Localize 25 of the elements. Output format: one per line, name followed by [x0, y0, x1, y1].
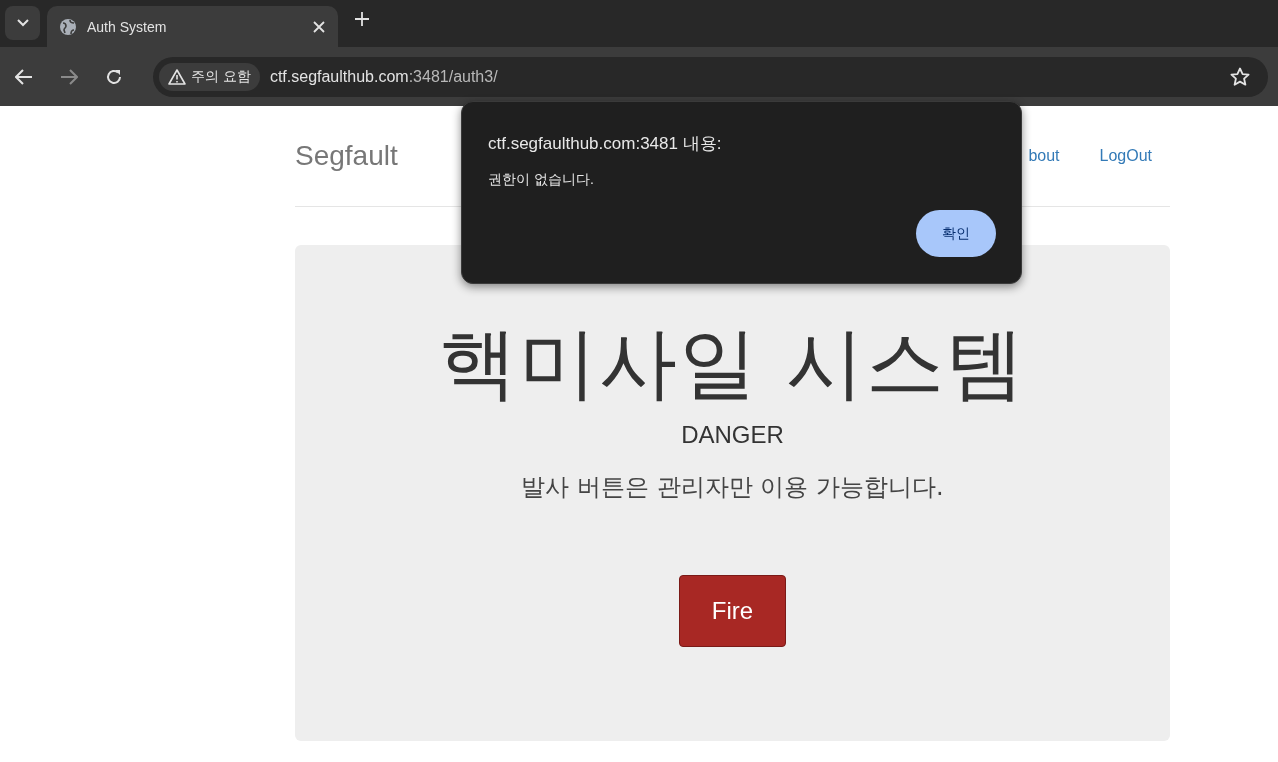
fire-button[interactable]: Fire [679, 574, 786, 647]
close-icon[interactable] [313, 20, 325, 33]
address-bar[interactable]: 주의 요함 ctf.segfaulthub.com:3481/auth3/ [153, 56, 1268, 97]
browser-tab[interactable]: Auth System [47, 6, 338, 47]
chevron-down-icon [16, 19, 29, 27]
hero-note: 발사 버튼은 관리자만 이용 가능합니다. [521, 471, 944, 503]
site-brand[interactable]: Segfault [295, 140, 398, 172]
back-arrow-icon[interactable] [15, 68, 33, 85]
ok-button[interactable]: 확인 [916, 210, 996, 257]
url-text: ctf.segfaulthub.com:3481/auth3/ [269, 67, 499, 86]
new-tab-icon[interactable] [355, 11, 369, 26]
bookmark-star-icon[interactable] [1230, 66, 1250, 87]
globe-icon [59, 17, 77, 36]
reload-icon[interactable] [105, 67, 123, 86]
security-chip[interactable]: 주의 요함 [159, 62, 260, 91]
hero-title: 핵미사일 시스템 [439, 317, 1026, 410]
tab-search-button[interactable] [5, 6, 40, 40]
warning-icon [168, 68, 186, 85]
nav-link[interactable]: LogOut [1099, 147, 1152, 165]
forward-arrow-icon[interactable] [60, 68, 78, 85]
hero-subtitle: DANGER [681, 420, 784, 449]
nav-link[interactable]: bout [1028, 147, 1060, 165]
dialog-message: 권한이 없습니다. [488, 171, 595, 189]
tab-title: Auth System [87, 18, 168, 35]
dialog-title: ctf.segfaulthub.com:3481 내용: [488, 133, 723, 155]
